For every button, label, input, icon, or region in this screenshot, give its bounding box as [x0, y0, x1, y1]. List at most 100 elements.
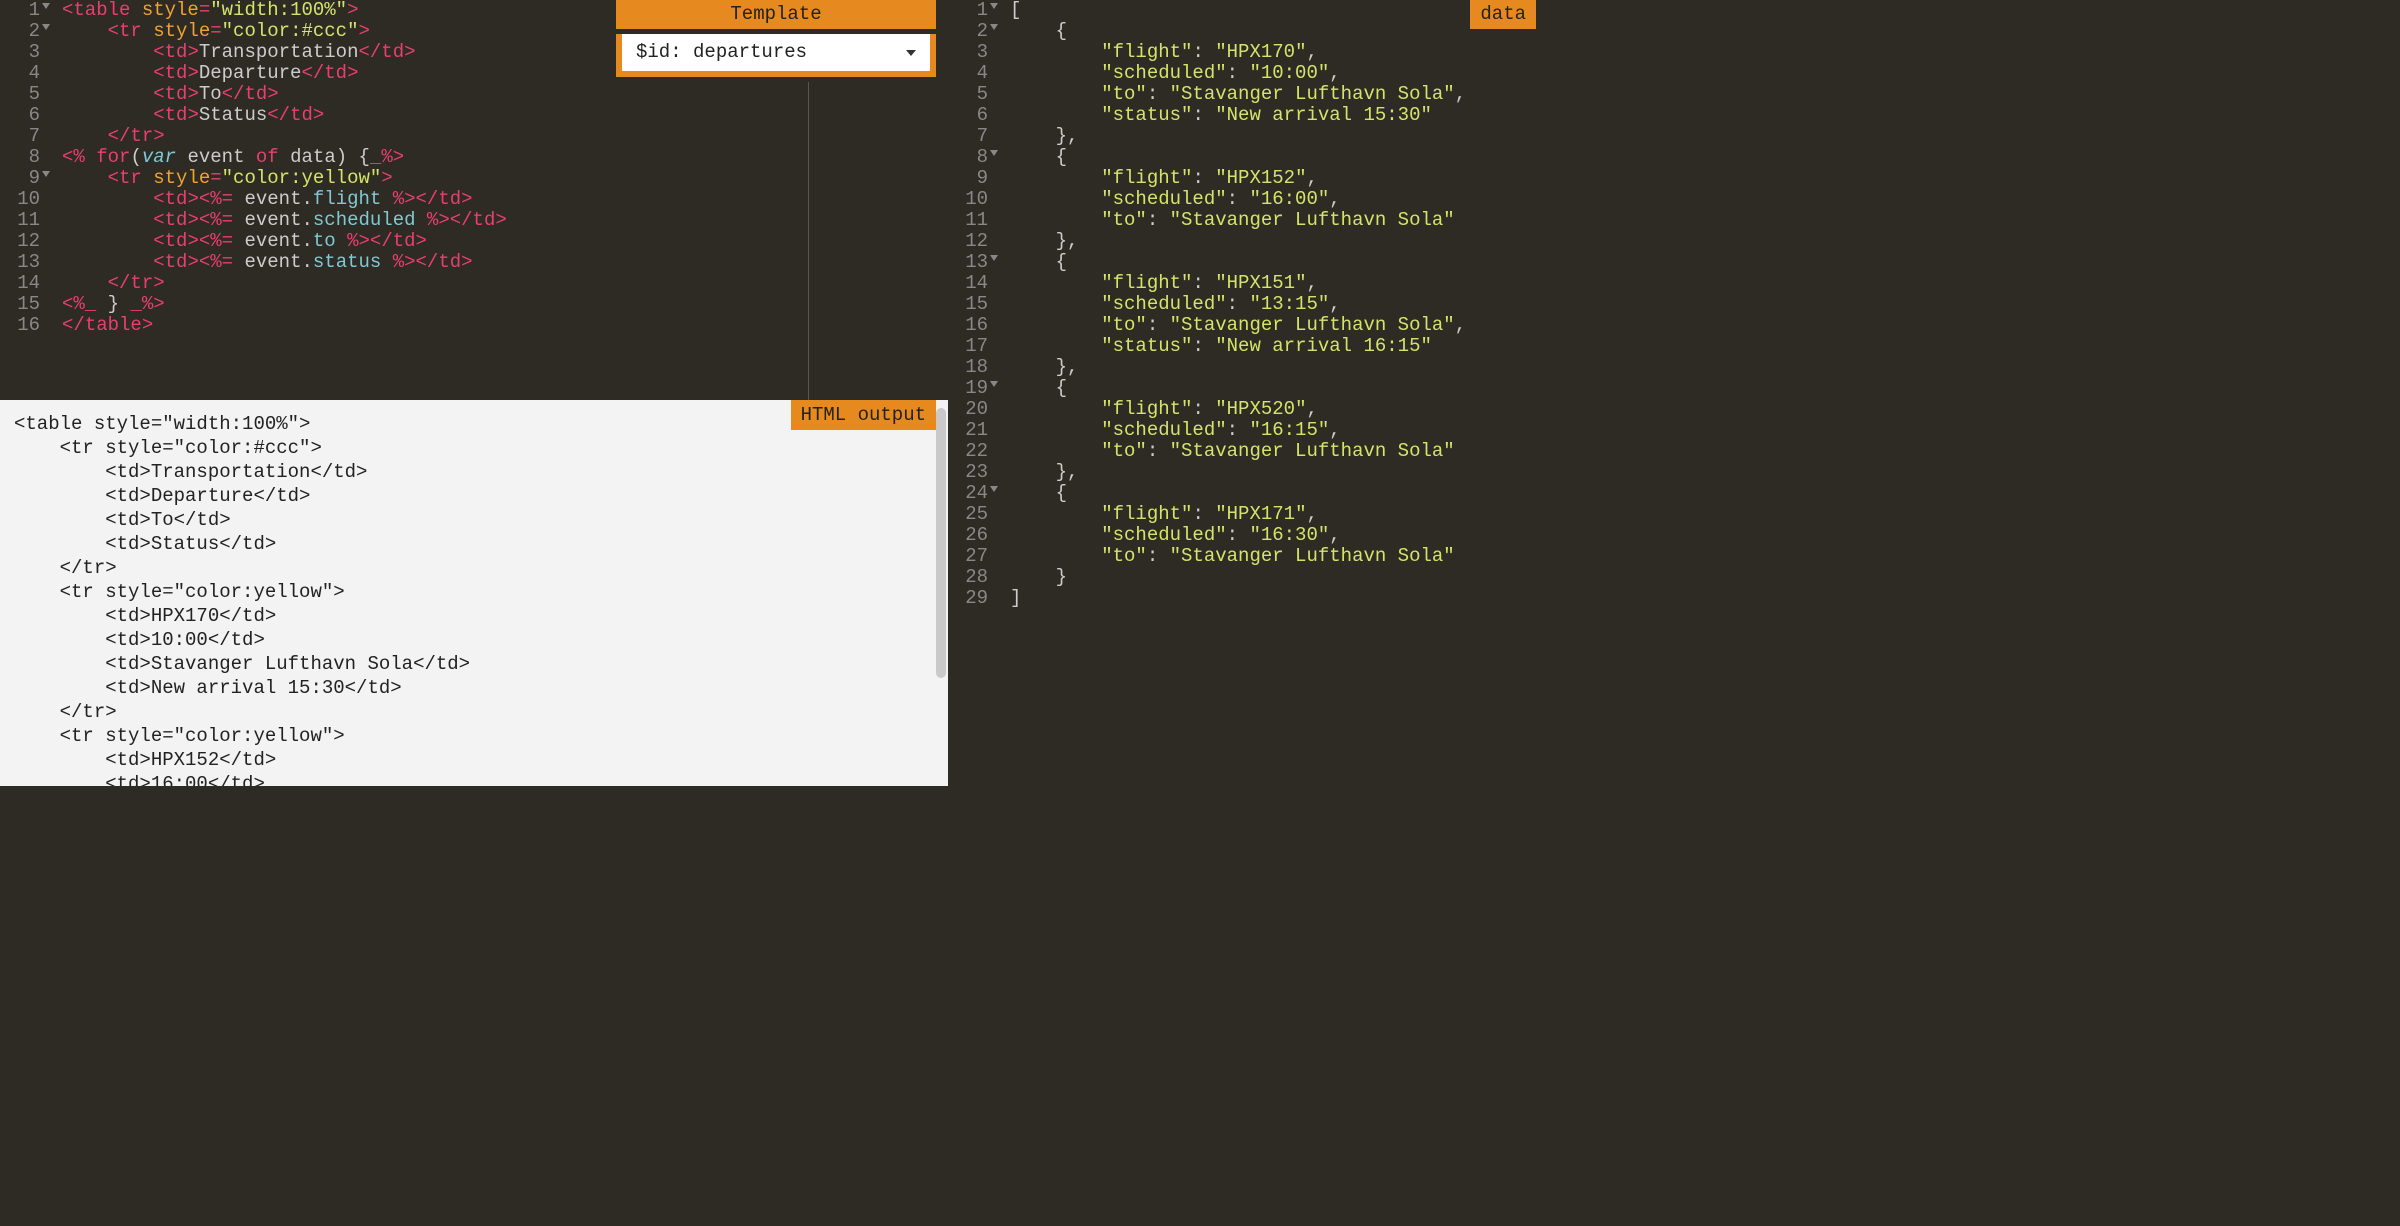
code-line[interactable]: },: [1010, 357, 1536, 378]
data-badge: data: [1470, 0, 1536, 29]
code-line[interactable]: "status": "New arrival 15:30": [1010, 105, 1536, 126]
code-line[interactable]: <td><%= event.status %></td>: [62, 252, 948, 273]
line-number: 29: [948, 588, 988, 609]
code-line[interactable]: }: [1010, 567, 1536, 588]
code-line[interactable]: {: [1010, 483, 1536, 504]
code-line[interactable]: },: [1010, 126, 1536, 147]
line-number: 27: [948, 546, 988, 567]
line-number: 18: [948, 357, 988, 378]
code-line[interactable]: ]: [1010, 588, 1536, 609]
line-number: 19: [948, 378, 988, 399]
code-line[interactable]: "flight": "HPX171",: [1010, 504, 1536, 525]
line-number: 15: [0, 294, 40, 315]
code-line[interactable]: },: [1010, 462, 1536, 483]
code-line[interactable]: {: [1010, 147, 1536, 168]
fold-icon[interactable]: [42, 24, 50, 30]
line-number: 5: [0, 84, 40, 105]
line-number: 14: [0, 273, 40, 294]
code-line[interactable]: {: [1010, 378, 1536, 399]
line-number: 1: [0, 0, 40, 21]
code-line[interactable]: },: [1010, 231, 1536, 252]
code-line[interactable]: {: [1010, 21, 1536, 42]
line-number: 4: [948, 63, 988, 84]
code-line[interactable]: "to": "Stavanger Lufthavn Sola",: [1010, 84, 1536, 105]
code-line[interactable]: "scheduled": "16:00",: [1010, 189, 1536, 210]
code-line[interactable]: "scheduled": "10:00",: [1010, 63, 1536, 84]
code-line[interactable]: "to": "Stavanger Lufthavn Sola": [1010, 441, 1536, 462]
fold-icon[interactable]: [990, 255, 998, 261]
line-number: 10: [0, 189, 40, 210]
line-number: 10: [948, 189, 988, 210]
code-line[interactable]: </tr>: [62, 273, 948, 294]
output-scrollbar[interactable]: [936, 408, 946, 678]
code-line[interactable]: "scheduled": "13:15",: [1010, 294, 1536, 315]
code-line[interactable]: </table>: [62, 315, 948, 336]
code-line[interactable]: <td>To</td>: [62, 84, 948, 105]
html-output-badge: HTML output: [791, 400, 936, 430]
data-gutter: 1234567891011121314151617181920212223242…: [948, 0, 1000, 609]
code-line[interactable]: [: [1010, 0, 1536, 21]
line-number: 6: [948, 105, 988, 126]
line-number: 5: [948, 84, 988, 105]
data-scrollbar-track[interactable]: [1524, 0, 1536, 786]
line-number: 23: [948, 462, 988, 483]
code-line[interactable]: "status": "New arrival 16:15": [1010, 336, 1536, 357]
data-editor[interactable]: 1234567891011121314151617181920212223242…: [948, 0, 1536, 786]
fold-icon[interactable]: [990, 486, 998, 492]
template-id-dropdown[interactable]: $id: departures: [622, 34, 930, 71]
fold-icon[interactable]: [990, 381, 998, 387]
html-output-pane[interactable]: HTML output <table style="width:100%"> <…: [0, 400, 948, 786]
line-number: 3: [948, 42, 988, 63]
code-line[interactable]: <td><%= event.to %></td>: [62, 231, 948, 252]
code-line[interactable]: "flight": "HPX170",: [1010, 42, 1536, 63]
html-output-code: <table style="width:100%"> <tr style="co…: [0, 400, 948, 786]
code-line[interactable]: "flight": "HPX152",: [1010, 168, 1536, 189]
line-number: 16: [0, 315, 40, 336]
data-code[interactable]: [ { "flight": "HPX170", "scheduled": "10…: [1010, 0, 1536, 609]
line-number: 2: [0, 21, 40, 42]
left-column: 12345678910111213141516 <table style="wi…: [0, 0, 948, 786]
code-line[interactable]: "flight": "HPX151",: [1010, 273, 1536, 294]
code-line[interactable]: "to": "Stavanger Lufthavn Sola",: [1010, 315, 1536, 336]
line-number: 12: [948, 231, 988, 252]
code-line[interactable]: <td><%= event.flight %></td>: [62, 189, 948, 210]
fold-icon[interactable]: [42, 3, 50, 9]
template-dropdown-wrap: $id: departures: [616, 34, 936, 77]
line-number: 17: [948, 336, 988, 357]
fold-icon[interactable]: [990, 3, 998, 9]
code-line[interactable]: </tr>: [62, 126, 948, 147]
line-number: 7: [0, 126, 40, 147]
line-number: 12: [0, 231, 40, 252]
code-line[interactable]: <td>Status</td>: [62, 105, 948, 126]
line-number: 2: [948, 21, 988, 42]
line-number: 9: [0, 168, 40, 189]
line-number: 9: [948, 168, 988, 189]
code-line[interactable]: <%_ } _%>: [62, 294, 948, 315]
fold-icon[interactable]: [990, 150, 998, 156]
code-line[interactable]: <% for(var event of data) {_%>: [62, 147, 948, 168]
line-number: 13: [0, 252, 40, 273]
fold-icon[interactable]: [990, 24, 998, 30]
code-line[interactable]: "to": "Stavanger Lufthavn Sola": [1010, 210, 1536, 231]
line-number: 11: [948, 210, 988, 231]
code-line[interactable]: <td><%= event.scheduled %></td>: [62, 210, 948, 231]
fold-icon[interactable]: [42, 171, 50, 177]
right-column: 1234567891011121314151617181920212223242…: [948, 0, 1536, 786]
line-number: 26: [948, 525, 988, 546]
line-number: 7: [948, 126, 988, 147]
line-number: 13: [948, 252, 988, 273]
template-editor[interactable]: 12345678910111213141516 <table style="wi…: [0, 0, 948, 400]
code-line[interactable]: {: [1010, 252, 1536, 273]
code-line[interactable]: <tr style="color:yellow">: [62, 168, 948, 189]
code-line[interactable]: "to": "Stavanger Lufthavn Sola": [1010, 546, 1536, 567]
line-number: 3: [0, 42, 40, 63]
code-line[interactable]: "scheduled": "16:15",: [1010, 420, 1536, 441]
line-number: 14: [948, 273, 988, 294]
line-number: 16: [948, 315, 988, 336]
line-number: 8: [948, 147, 988, 168]
line-number: 15: [948, 294, 988, 315]
code-line[interactable]: "scheduled": "16:30",: [1010, 525, 1536, 546]
dropdown-value: $id: departures: [636, 42, 807, 63]
code-line[interactable]: "flight": "HPX520",: [1010, 399, 1536, 420]
line-number: 20: [948, 399, 988, 420]
